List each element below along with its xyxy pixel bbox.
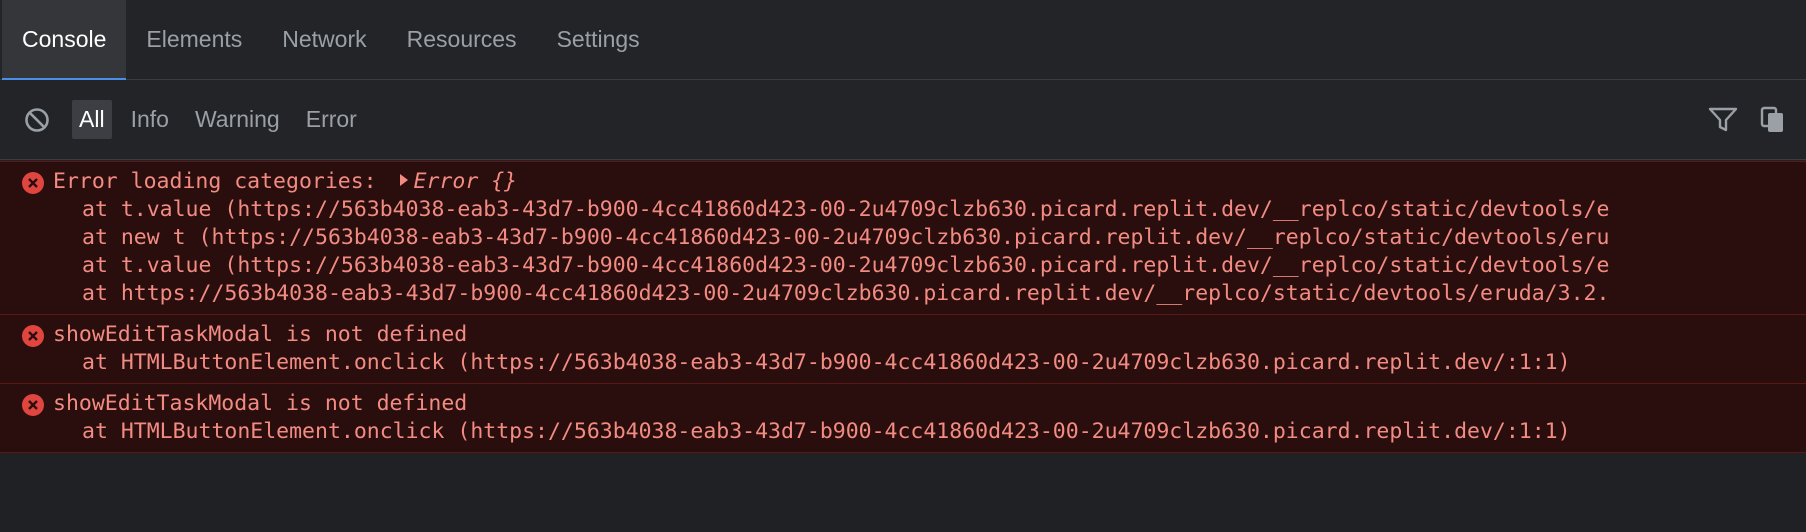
toolbar-actions — [1708, 80, 1788, 160]
error-icon — [22, 325, 44, 347]
stack-line: at https://563b4038-eab3-43d7-b900-4cc41… — [82, 281, 1610, 306]
console-toolbar: All Info Warning Error — [0, 80, 1806, 160]
stack-line: at new t (https://563b4038-eab3-43d7-b90… — [82, 225, 1610, 250]
message-text: Error loading categories: — [53, 169, 390, 194]
filter-all-button[interactable]: All — [72, 100, 112, 139]
devtools-panel: Console Elements Network Resources Setti… — [0, 0, 1806, 532]
filter-icon[interactable] — [1708, 105, 1738, 135]
error-icon — [22, 172, 44, 194]
log-entry-error[interactable]: showEditTaskModal is not defined at HTML… — [0, 314, 1806, 384]
clear-console-icon[interactable] — [22, 105, 52, 135]
log-entry-error[interactable]: Error loading categories: Error {} at t.… — [0, 161, 1806, 315]
tab-resources[interactable]: Resources — [387, 0, 537, 79]
expand-triangle-icon[interactable] — [399, 174, 408, 186]
log-message: showEditTaskModal is not defined — [53, 391, 468, 416]
log-entry-error[interactable]: showEditTaskModal is not defined at HTML… — [0, 383, 1806, 453]
error-object[interactable]: Error {} — [414, 169, 518, 194]
error-icon — [22, 394, 44, 416]
tab-network[interactable]: Network — [262, 0, 386, 79]
console-log: Error loading categories: Error {} at t.… — [0, 161, 1806, 453]
tab-elements[interactable]: Elements — [126, 0, 262, 79]
log-message: Error loading categories: Error {} — [53, 168, 1806, 196]
filter-error-button[interactable]: Error — [299, 100, 364, 139]
stack-line: at HTMLButtonElement.onclick (https://56… — [82, 350, 1571, 375]
stack-line: at t.value (https://563b4038-eab3-43d7-b… — [82, 197, 1610, 222]
tab-settings[interactable]: Settings — [537, 0, 660, 79]
stack-line: at HTMLButtonElement.onclick (https://56… — [82, 419, 1571, 444]
tab-bar: Console Elements Network Resources Setti… — [0, 0, 1806, 80]
log-message: showEditTaskModal is not defined — [53, 322, 468, 347]
stack-line: at t.value (https://563b4038-eab3-43d7-b… — [82, 253, 1610, 278]
tab-console[interactable]: Console — [2, 0, 127, 80]
copy-icon[interactable] — [1758, 105, 1788, 135]
filter-warning-button[interactable]: Warning — [188, 100, 287, 139]
filter-info-button[interactable]: Info — [124, 100, 176, 139]
